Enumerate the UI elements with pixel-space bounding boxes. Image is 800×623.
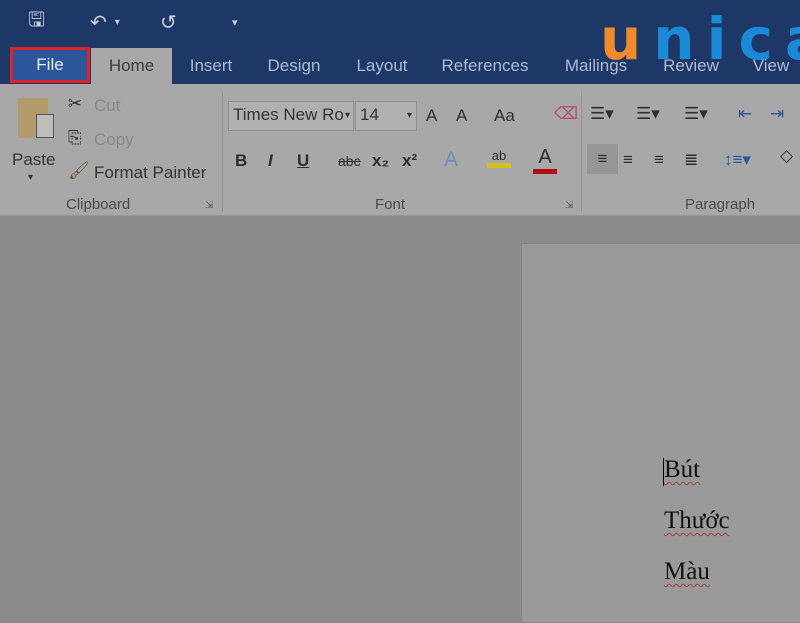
clipboard-group-label: Clipboard [66, 196, 131, 213]
redo-icon[interactable]: ↺ [160, 8, 177, 36]
font-name-dropdown[interactable]: Times New Ro ▾ [228, 101, 354, 131]
document-line[interactable]: Thước [664, 507, 730, 535]
underline-button[interactable]: U [297, 151, 309, 171]
tab-insert[interactable]: Insert [180, 48, 242, 84]
italic-button[interactable]: I [268, 151, 273, 171]
title-bar: 🖫 ↶▾ ↺ ▾ unica File Home Insert Design L… [0, 0, 800, 84]
paste-button[interactable]: Paste ▾ [8, 90, 58, 190]
tab-design[interactable]: Design [258, 48, 330, 84]
clipboard-launcher-icon[interactable]: ⇲ [205, 200, 213, 211]
tab-review[interactable]: Review [658, 48, 724, 84]
shrink-font-button[interactable]: A [456, 106, 467, 126]
justify-button[interactable]: ≣ [684, 150, 698, 170]
format-painter-icon: 🖌 [68, 161, 90, 180]
tab-references[interactable]: References [436, 48, 534, 84]
paragraph-group-label: Paragraph [685, 196, 756, 213]
tab-layout[interactable]: Layout [346, 48, 418, 84]
bullets-button[interactable]: ☰▾ [590, 104, 614, 124]
align-left-button[interactable]: ≡ [587, 144, 618, 174]
document-line[interactable]: Màu [664, 558, 710, 586]
font-launcher-icon[interactable]: ⇲ [565, 200, 573, 211]
decrease-indent-button[interactable]: ⇤ [738, 104, 752, 124]
tab-home[interactable]: Home [91, 48, 172, 84]
tab-mailings[interactable]: Mailings [558, 48, 634, 84]
increase-indent-button[interactable]: ⇥ [770, 104, 784, 124]
clear-formatting-icon[interactable]: ⌫ [554, 104, 578, 124]
cut-button[interactable]: Cut [94, 96, 120, 116]
undo-icon[interactable]: ↶ ▾ [90, 8, 120, 36]
font-group-label: Font [375, 196, 406, 213]
highlight-color-button[interactable]: ab [487, 148, 511, 168]
tab-file[interactable]: File [10, 47, 90, 83]
cut-icon: ✂ [68, 94, 83, 113]
bold-button[interactable]: B [235, 151, 247, 171]
text-effects-button[interactable]: A [444, 148, 458, 172]
customize-qat-icon[interactable]: ▾ [232, 8, 238, 36]
document-page[interactable]: Bút Thước Màu [521, 243, 800, 623]
strikethrough-button[interactable]: abc [338, 153, 361, 169]
line-spacing-button[interactable]: ↕≡▾ [724, 150, 751, 170]
align-right-button[interactable]: ≡ [654, 150, 664, 170]
save-icon[interactable]: 🖫 [28, 8, 45, 36]
ribbon: Paste ▾ ✂ Cut ⎘ Copy 🖌 Format Painter Cl… [0, 84, 800, 216]
grow-font-button[interactable]: A [426, 106, 437, 126]
change-case-button[interactable]: Aa [494, 106, 515, 126]
numbering-button[interactable]: ☰▾ [636, 104, 660, 124]
copy-button[interactable]: Copy [94, 130, 134, 150]
copy-icon: ⎘ [68, 128, 82, 147]
font-size-dropdown[interactable]: 14 ▾ [355, 101, 417, 131]
format-painter-button[interactable]: Format Painter [94, 163, 206, 183]
superscript-button[interactable]: x² [402, 151, 417, 171]
font-color-button[interactable]: A [533, 146, 557, 174]
subscript-button[interactable]: x₂ [372, 151, 389, 171]
center-button[interactable]: ≡ [623, 150, 633, 170]
shading-button[interactable]: ◇ [780, 146, 793, 166]
document-line[interactable]: Bút [664, 456, 700, 484]
multilevel-list-button[interactable]: ☰▾ [684, 104, 708, 124]
tab-view[interactable]: View [748, 48, 794, 84]
